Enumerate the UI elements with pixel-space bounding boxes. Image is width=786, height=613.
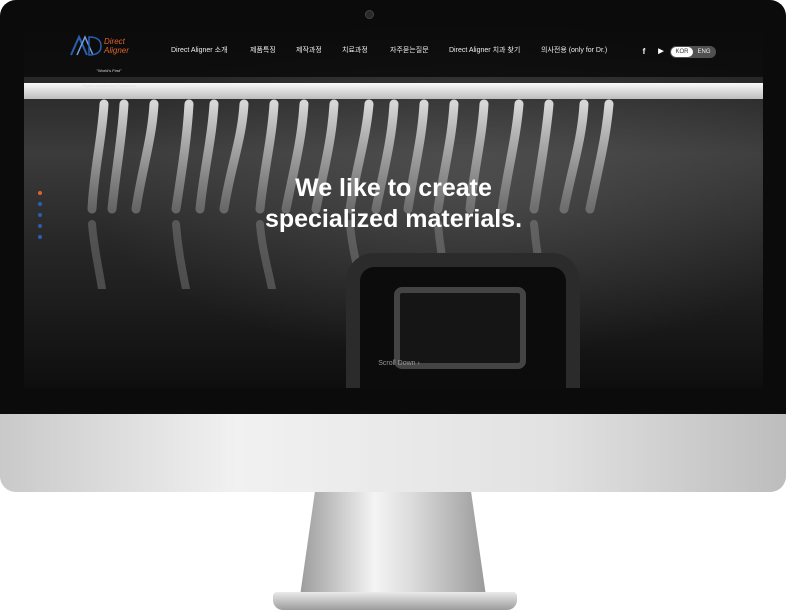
nav-item-doctors-only[interactable]: 의사전용 (only for Dr.) (541, 45, 607, 55)
logo-mark-icon (70, 34, 102, 56)
nav-item-faq[interactable]: 자주묻는질문 (390, 45, 429, 55)
monitor-base (273, 592, 517, 610)
nav-item-about[interactable]: Direct Aligner 소개 (171, 45, 227, 55)
brand-name-line2: Aligner (104, 46, 129, 55)
hero-headline-line1: We like to create (295, 174, 492, 202)
scroll-down-link[interactable]: Scroll Down › (364, 360, 434, 367)
nav-item-treatment[interactable]: 치료과정 (342, 45, 368, 55)
machine-window-graphic (394, 287, 526, 369)
nav-item-find-clinic[interactable]: Direct Aligner 치과 찾기 (449, 45, 520, 55)
language-toggle[interactable]: KOR ENG (670, 46, 716, 58)
webcam-icon (365, 10, 374, 19)
brand-tagline-line1: "World's First" (96, 68, 122, 73)
website-screen: Direct Aligner "World's First" Digital o… (24, 27, 763, 388)
youtube-icon[interactable]: ▶ (655, 46, 667, 58)
site-header: Direct Aligner "World's First" Digital o… (24, 27, 763, 88)
nav-item-features[interactable]: 제품특징 (250, 45, 276, 55)
monitor-stand (300, 492, 486, 596)
nav-item-production[interactable]: 제작과정 (296, 45, 322, 55)
language-option-kor[interactable]: KOR (671, 47, 693, 57)
brand-logo[interactable]: Direct Aligner "World's First" Digital o… (69, 33, 143, 88)
brand-tagline: "World's First" Digital orthodontics Tre… (69, 58, 149, 98)
language-option-eng[interactable]: ENG (693, 47, 715, 57)
monitor-chin (0, 414, 786, 492)
hero-headline-line2: specialized materials. (264, 205, 523, 233)
brand-name-line1: Direct (104, 37, 125, 46)
slider-dot-5[interactable] (38, 235, 42, 239)
brand-tagline-line2: Digital orthodontics Treatment (82, 83, 136, 88)
hero-headline: We like to create specialized materials. (24, 173, 763, 235)
facebook-icon[interactable]: f (638, 46, 650, 58)
brand-name: Direct Aligner (104, 37, 150, 55)
